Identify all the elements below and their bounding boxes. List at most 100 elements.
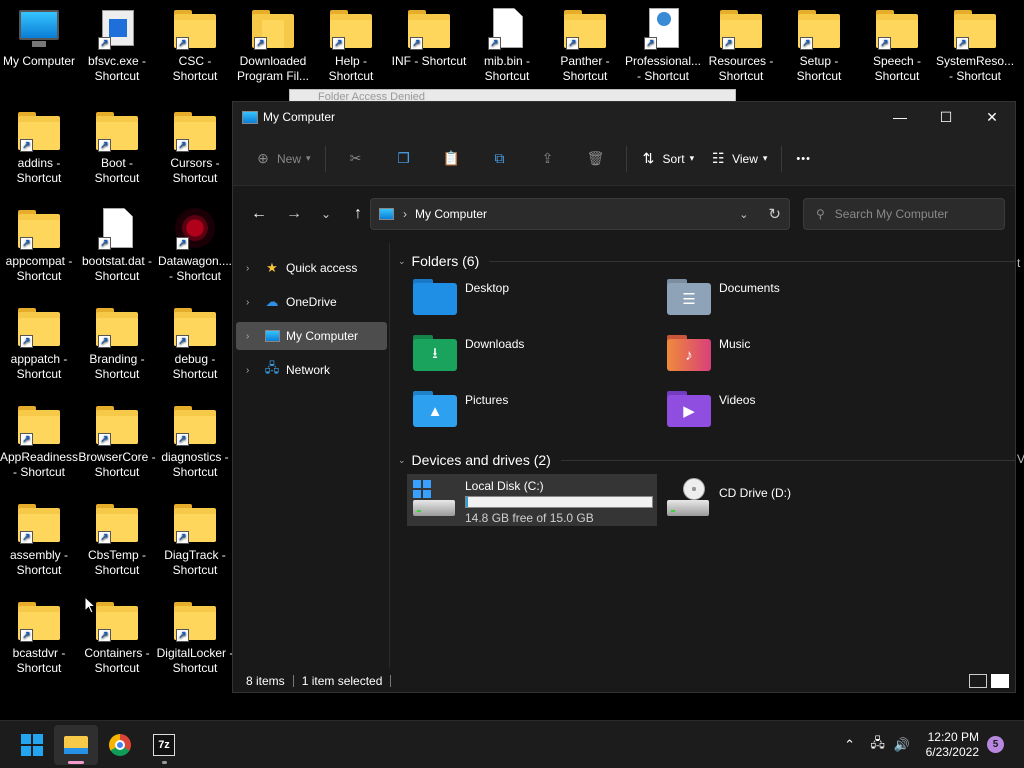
desktop-icon-label: Cursors - Shortcut [170, 156, 220, 185]
desktop-icon-apppatch[interactable]: ↗ apppatch - Shortcut [0, 306, 78, 382]
search-box[interactable]: ⚲ [803, 198, 1005, 230]
desktop-icon-debug[interactable]: ↗ debug - Shortcut [156, 306, 234, 382]
desktop-icon-appcompat[interactable]: ↗ appcompat - Shortcut [0, 208, 78, 284]
scissors-icon: ✂ [349, 150, 362, 166]
folders-group-header[interactable]: ⌄ Folders (6) [398, 249, 1015, 273]
network-icon: 🖧 [870, 734, 885, 750]
desktop-icon-cbstemp[interactable]: ↗ CbsTemp - Shortcut [78, 502, 156, 578]
more-options-button[interactable]: ••• [788, 143, 819, 175]
network-status-button[interactable]: 🖧 [866, 733, 890, 757]
desktop-icon-csc[interactable]: ↗ CSC - Shortcut [156, 8, 234, 84]
view-button[interactable]: ☷ View ▾ [702, 143, 775, 175]
show-hidden-icons-button[interactable]: ⌃ [838, 733, 862, 757]
desktop-icon-mib-bin[interactable]: ↗ mib.bin - Shortcut [468, 8, 546, 84]
back-button[interactable]: ← [243, 198, 275, 230]
toolbar-divider [324, 145, 326, 172]
copy-button[interactable]: ❐ [380, 143, 428, 175]
sort-button[interactable]: ⇅ Sort ▾ [633, 143, 703, 175]
web-document-icon: ↗ [640, 8, 686, 52]
desktop-icon-datawagon[interactable]: ↗ Datawagon.... - Shortcut [156, 208, 234, 284]
desktop-icon-diagnostics[interactable]: ↗ diagnostics - Shortcut [156, 404, 234, 480]
large-icons-view-button[interactable] [991, 674, 1009, 688]
drive-label: CD Drive (D:) [719, 486, 791, 500]
chevron-right-icon[interactable]: › [246, 365, 264, 376]
drive-local-disk-c[interactable]: Local Disk (C:) 14.8 GB free of 15.0 GB [407, 474, 657, 526]
desktop-icon-panther[interactable]: ↗ Panther - Shortcut [546, 8, 624, 84]
folder-label: Music [719, 337, 751, 351]
folder-downloads[interactable]: ⭳ Downloads [413, 331, 653, 379]
desktop-icon-diagtrack[interactable]: ↗ DiagTrack - Shortcut [156, 502, 234, 578]
desktop-icon-bfsvc[interactable]: ↗ bfsvc.exe - Shortcut [78, 8, 156, 84]
chevron-down-icon: ⌄ [320, 207, 332, 221]
nav-item-my-computer[interactable]: › My Computer [236, 322, 387, 350]
start-button[interactable] [10, 725, 54, 765]
folder-desktop[interactable]: Desktop [413, 275, 653, 323]
close-button[interactable]: ✕ [969, 102, 1015, 132]
desktop-icon-browsercore[interactable]: ↗ BrowserCore - Shortcut [78, 404, 156, 480]
computer-icon [264, 329, 280, 343]
desktop-icon-bcastdvr[interactable]: ↗ bcastdvr - Shortcut [0, 600, 78, 676]
notification-badge[interactable]: 5 [987, 736, 1004, 753]
desktop-icon-branding[interactable]: ↗ Branding - Shortcut [78, 306, 156, 382]
desktop-icon-assembly[interactable]: ↗ assembly - Shortcut [0, 502, 78, 578]
desktop-icon-boot[interactable]: ↗ Boot - Shortcut [78, 110, 156, 186]
forward-button[interactable]: → [278, 198, 310, 230]
title-bar[interactable]: My Computer — ☐ ✕ [233, 102, 1015, 132]
chevron-down-icon[interactable]: ⌄ [739, 208, 748, 221]
clock[interactable]: 12:20 PM 6/23/2022 [926, 730, 979, 760]
desktop-icon-resources[interactable]: ↗ Resources - Shortcut [702, 8, 780, 84]
nav-item-network[interactable]: › 🖧 Network [236, 356, 387, 384]
nav-item-onedrive[interactable]: › ☁ OneDrive [236, 288, 387, 316]
folder-icon: ↗ [562, 8, 608, 52]
breadcrumb-my-computer[interactable]: My Computer [415, 207, 487, 221]
search-input[interactable] [834, 207, 985, 221]
taskbar-file-explorer[interactable] [54, 724, 98, 765]
desktop-icon-bootstat[interactable]: ↗ bootstat.dat - Shortcut [78, 208, 156, 284]
refresh-icon[interactable]: ↻ [768, 205, 781, 223]
chevron-right-icon[interactable]: › [246, 297, 264, 308]
desktop-icon-label: assembly - Shortcut [9, 548, 68, 577]
address-bar[interactable]: › My Computer ⌄ ↻ [370, 198, 790, 230]
delete-button[interactable]: 🗑 [572, 143, 620, 175]
desktop-icon-inf[interactable]: ↗ INF - Shortcut [390, 8, 468, 69]
desktop-icon-downloaded-program-files[interactable]: ↗ Downloaded Program Fil... [234, 8, 312, 84]
desktop-icon-label: mib.bin - Shortcut [483, 54, 530, 83]
desktop-icon-speech[interactable]: ↗ Speech - Shortcut [858, 8, 936, 84]
drive-cd-d[interactable]: CD Drive (D:) [661, 474, 901, 526]
desktop-icon-my-computer[interactable]: My Computer [0, 8, 78, 69]
cloud-icon: ☁ [265, 294, 279, 309]
desktop-icon-cursors[interactable]: ↗ Cursors - Shortcut [156, 110, 234, 186]
drives-group-header[interactable]: ⌄ Devices and drives (2) [398, 448, 1015, 472]
desktop-icon-addins[interactable]: ↗ addins - Shortcut [0, 110, 78, 186]
paste-button[interactable]: 📋 [428, 143, 476, 175]
new-button[interactable]: ⊕ New ▾ [247, 143, 319, 175]
taskbar-7zip[interactable]: 7z [142, 725, 186, 765]
folder-videos[interactable]: ▶ Videos [667, 387, 907, 435]
desktop-icon-digitallocker[interactable]: ↗ DigitalLocker - Shortcut [156, 600, 234, 676]
taskbar-chrome[interactable] [98, 725, 142, 765]
desktop-icon-label: Panther - Shortcut [560, 54, 610, 83]
details-view-button[interactable] [969, 674, 987, 688]
desktop-icon-label: My Computer [2, 54, 76, 68]
chevron-right-icon[interactable]: › [246, 263, 264, 274]
desktop-icon-professional[interactable]: ↗ Professional... - Shortcut [624, 8, 702, 84]
drive-free-space: 14.8 GB free of 15.0 GB [465, 511, 594, 525]
chevron-down-icon: ⌄ [398, 454, 406, 465]
desktop-icon-systemresources[interactable]: ↗ SystemReso... - Shortcut [936, 8, 1014, 84]
chevron-right-icon[interactable]: › [246, 331, 264, 342]
minimize-button[interactable]: — [877, 102, 923, 132]
rename-button[interactable]: ⧉ [476, 143, 524, 175]
desktop-icon-setup[interactable]: ↗ Setup - Shortcut [780, 8, 858, 84]
cd-drive-icon [667, 478, 711, 522]
volume-button[interactable]: 🔊 [890, 733, 914, 757]
recent-locations-button[interactable]: ⌄ [310, 198, 342, 230]
folder-documents[interactable]: ☰ Documents [667, 275, 907, 323]
nav-item-quick-access[interactable]: › ★ Quick access [236, 254, 387, 282]
cut-button[interactable]: ✂ [332, 143, 380, 175]
desktop-icon-appreadiness[interactable]: ↗ AppReadiness - Shortcut [0, 404, 78, 480]
maximize-button[interactable]: ☐ [923, 102, 969, 132]
share-button[interactable]: ⇪ [524, 143, 572, 175]
folder-pictures[interactable]: ▲ Pictures [413, 387, 653, 435]
desktop-icon-help[interactable]: ↗ Help - Shortcut [312, 8, 390, 84]
folder-music[interactable]: ♪ Music [667, 331, 907, 379]
